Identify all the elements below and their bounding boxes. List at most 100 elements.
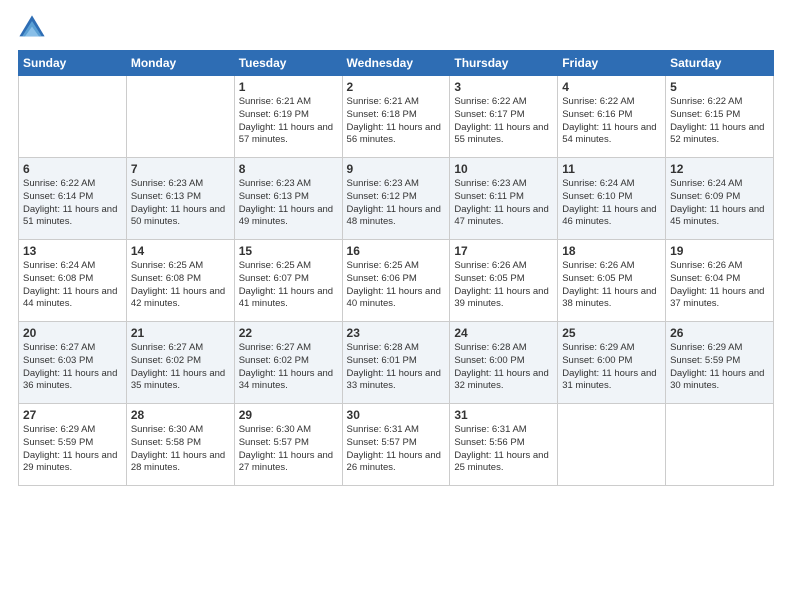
day-number: 18 <box>562 244 661 258</box>
calendar-cell: 27Sunrise: 6:29 AM Sunset: 5:59 PM Dayli… <box>19 404 127 486</box>
calendar-table: SundayMondayTuesdayWednesdayThursdayFrid… <box>18 50 774 486</box>
calendar-cell: 19Sunrise: 6:26 AM Sunset: 6:04 PM Dayli… <box>666 240 774 322</box>
logo <box>18 14 50 42</box>
cell-info: Sunrise: 6:27 AM Sunset: 6:03 PM Dayligh… <box>23 342 117 391</box>
header-day: Sunday <box>19 51 127 76</box>
calendar-cell: 6Sunrise: 6:22 AM Sunset: 6:14 PM Daylig… <box>19 158 127 240</box>
calendar-week: 20 Sunrise: 6:27 AM Sunset: 6:03 PM Dayli… <box>19 322 774 404</box>
calendar-cell: 5 Sunrise: 6:22 AM Sunset: 6:15 PM Daylig… <box>666 76 774 158</box>
day-number: 4 <box>562 80 661 94</box>
calendar-week: 6Sunrise: 6:22 AM Sunset: 6:14 PM Daylig… <box>19 158 774 240</box>
day-number: 21 <box>131 326 230 340</box>
cell-info: Sunrise: 6:27 AM Sunset: 6:02 PM Dayligh… <box>239 342 333 391</box>
calendar-cell: 21 Sunrise: 6:27 AM Sunset: 6:02 PM Dayli… <box>126 322 234 404</box>
day-number: 16 <box>347 244 446 258</box>
calendar-cell <box>666 404 774 486</box>
calendar-cell: 30 Sunrise: 6:31 AM Sunset: 5:57 PM Dayli… <box>342 404 450 486</box>
calendar-cell: 7 Sunrise: 6:23 AM Sunset: 6:13 PM Daylig… <box>126 158 234 240</box>
day-number: 1 <box>239 80 338 94</box>
calendar-cell: 15 Sunrise: 6:25 AM Sunset: 6:07 PM Dayli… <box>234 240 342 322</box>
day-number: 22 <box>239 326 338 340</box>
cell-info: Sunrise: 6:23 AM Sunset: 6:13 PM Dayligh… <box>239 178 333 227</box>
cell-info: Sunrise: 6:26 AM Sunset: 6:05 PM Dayligh… <box>562 260 656 309</box>
calendar-week: 27Sunrise: 6:29 AM Sunset: 5:59 PM Dayli… <box>19 404 774 486</box>
day-number: 20 <box>23 326 122 340</box>
header-row: SundayMondayTuesdayWednesdayThursdayFrid… <box>19 51 774 76</box>
calendar-cell: 16 Sunrise: 6:25 AM Sunset: 6:06 PM Dayli… <box>342 240 450 322</box>
cell-info: Sunrise: 6:25 AM Sunset: 6:06 PM Dayligh… <box>347 260 441 309</box>
day-number: 19 <box>670 244 769 258</box>
header-day: Tuesday <box>234 51 342 76</box>
calendar-cell: 8 Sunrise: 6:23 AM Sunset: 6:13 PM Daylig… <box>234 158 342 240</box>
cell-info: Sunrise: 6:22 AM Sunset: 6:17 PM Dayligh… <box>454 96 548 145</box>
day-number: 15 <box>239 244 338 258</box>
calendar-cell: 23 Sunrise: 6:28 AM Sunset: 6:01 PM Dayli… <box>342 322 450 404</box>
cell-info: Sunrise: 6:28 AM Sunset: 6:00 PM Dayligh… <box>454 342 548 391</box>
day-number: 25 <box>562 326 661 340</box>
cell-info: Sunrise: 6:25 AM Sunset: 6:08 PM Dayligh… <box>131 260 225 309</box>
day-number: 31 <box>454 408 553 422</box>
cell-info: Sunrise: 6:24 AM Sunset: 6:08 PM Dayligh… <box>23 260 117 309</box>
calendar-cell: 17 Sunrise: 6:26 AM Sunset: 6:05 PM Dayli… <box>450 240 558 322</box>
page: SundayMondayTuesdayWednesdayThursdayFrid… <box>0 0 792 612</box>
cell-info: Sunrise: 6:25 AM Sunset: 6:07 PM Dayligh… <box>239 260 333 309</box>
cell-info: Sunrise: 6:24 AM Sunset: 6:09 PM Dayligh… <box>670 178 764 227</box>
day-number: 30 <box>347 408 446 422</box>
cell-info: Sunrise: 6:31 AM Sunset: 5:57 PM Dayligh… <box>347 424 441 473</box>
calendar-cell: 25Sunrise: 6:29 AM Sunset: 6:00 PM Dayli… <box>558 322 666 404</box>
day-number: 23 <box>347 326 446 340</box>
day-number: 7 <box>131 162 230 176</box>
cell-info: Sunrise: 6:28 AM Sunset: 6:01 PM Dayligh… <box>347 342 441 391</box>
header-day: Wednesday <box>342 51 450 76</box>
calendar-cell: 2Sunrise: 6:21 AM Sunset: 6:18 PM Daylig… <box>342 76 450 158</box>
day-number: 13 <box>23 244 122 258</box>
calendar-cell: 20 Sunrise: 6:27 AM Sunset: 6:03 PM Dayli… <box>19 322 127 404</box>
day-number: 17 <box>454 244 553 258</box>
cell-info: Sunrise: 6:26 AM Sunset: 6:05 PM Dayligh… <box>454 260 548 309</box>
calendar-cell <box>19 76 127 158</box>
header-day: Monday <box>126 51 234 76</box>
cell-info: Sunrise: 6:30 AM Sunset: 5:57 PM Dayligh… <box>239 424 333 473</box>
cell-info: Sunrise: 6:23 AM Sunset: 6:13 PM Dayligh… <box>131 178 225 227</box>
day-number: 9 <box>347 162 446 176</box>
day-number: 28 <box>131 408 230 422</box>
calendar-cell: 18 Sunrise: 6:26 AM Sunset: 6:05 PM Dayli… <box>558 240 666 322</box>
day-number: 5 <box>670 80 769 94</box>
calendar-cell: 4 Sunrise: 6:22 AM Sunset: 6:16 PM Daylig… <box>558 76 666 158</box>
header-day: Thursday <box>450 51 558 76</box>
calendar-cell: 12 Sunrise: 6:24 AM Sunset: 6:09 PM Dayli… <box>666 158 774 240</box>
calendar-body: 1 Sunrise: 6:21 AM Sunset: 6:19 PM Daylig… <box>19 76 774 486</box>
cell-info: Sunrise: 6:29 AM Sunset: 5:59 PM Dayligh… <box>23 424 117 473</box>
calendar-week: 13 Sunrise: 6:24 AM Sunset: 6:08 PM Dayli… <box>19 240 774 322</box>
header-day: Friday <box>558 51 666 76</box>
calendar-cell: 29Sunrise: 6:30 AM Sunset: 5:57 PM Dayli… <box>234 404 342 486</box>
day-number: 26 <box>670 326 769 340</box>
day-number: 8 <box>239 162 338 176</box>
day-number: 6 <box>23 162 122 176</box>
calendar-header: SundayMondayTuesdayWednesdayThursdayFrid… <box>19 51 774 76</box>
header <box>18 10 774 42</box>
cell-info: Sunrise: 6:22 AM Sunset: 6:16 PM Dayligh… <box>562 96 656 145</box>
cell-info: Sunrise: 6:23 AM Sunset: 6:12 PM Dayligh… <box>347 178 441 227</box>
day-number: 24 <box>454 326 553 340</box>
calendar-week: 1 Sunrise: 6:21 AM Sunset: 6:19 PM Daylig… <box>19 76 774 158</box>
calendar-cell: 13 Sunrise: 6:24 AM Sunset: 6:08 PM Dayli… <box>19 240 127 322</box>
calendar-cell <box>126 76 234 158</box>
logo-icon <box>18 14 46 42</box>
calendar-cell: 24 Sunrise: 6:28 AM Sunset: 6:00 PM Dayli… <box>450 322 558 404</box>
calendar-cell: 3Sunrise: 6:22 AM Sunset: 6:17 PM Daylig… <box>450 76 558 158</box>
calendar-cell: 1 Sunrise: 6:21 AM Sunset: 6:19 PM Daylig… <box>234 76 342 158</box>
cell-info: Sunrise: 6:27 AM Sunset: 6:02 PM Dayligh… <box>131 342 225 391</box>
calendar-cell: 28 Sunrise: 6:30 AM Sunset: 5:58 PM Dayli… <box>126 404 234 486</box>
cell-info: Sunrise: 6:23 AM Sunset: 6:11 PM Dayligh… <box>454 178 548 227</box>
header-day: Saturday <box>666 51 774 76</box>
cell-info: Sunrise: 6:29 AM Sunset: 5:59 PM Dayligh… <box>670 342 764 391</box>
cell-info: Sunrise: 6:21 AM Sunset: 6:19 PM Dayligh… <box>239 96 333 145</box>
cell-info: Sunrise: 6:30 AM Sunset: 5:58 PM Dayligh… <box>131 424 225 473</box>
cell-info: Sunrise: 6:22 AM Sunset: 6:15 PM Dayligh… <box>670 96 764 145</box>
day-number: 12 <box>670 162 769 176</box>
calendar-cell: 9 Sunrise: 6:23 AM Sunset: 6:12 PM Daylig… <box>342 158 450 240</box>
calendar-cell: 10Sunrise: 6:23 AM Sunset: 6:11 PM Dayli… <box>450 158 558 240</box>
cell-info: Sunrise: 6:31 AM Sunset: 5:56 PM Dayligh… <box>454 424 548 473</box>
cell-info: Sunrise: 6:24 AM Sunset: 6:10 PM Dayligh… <box>562 178 656 227</box>
